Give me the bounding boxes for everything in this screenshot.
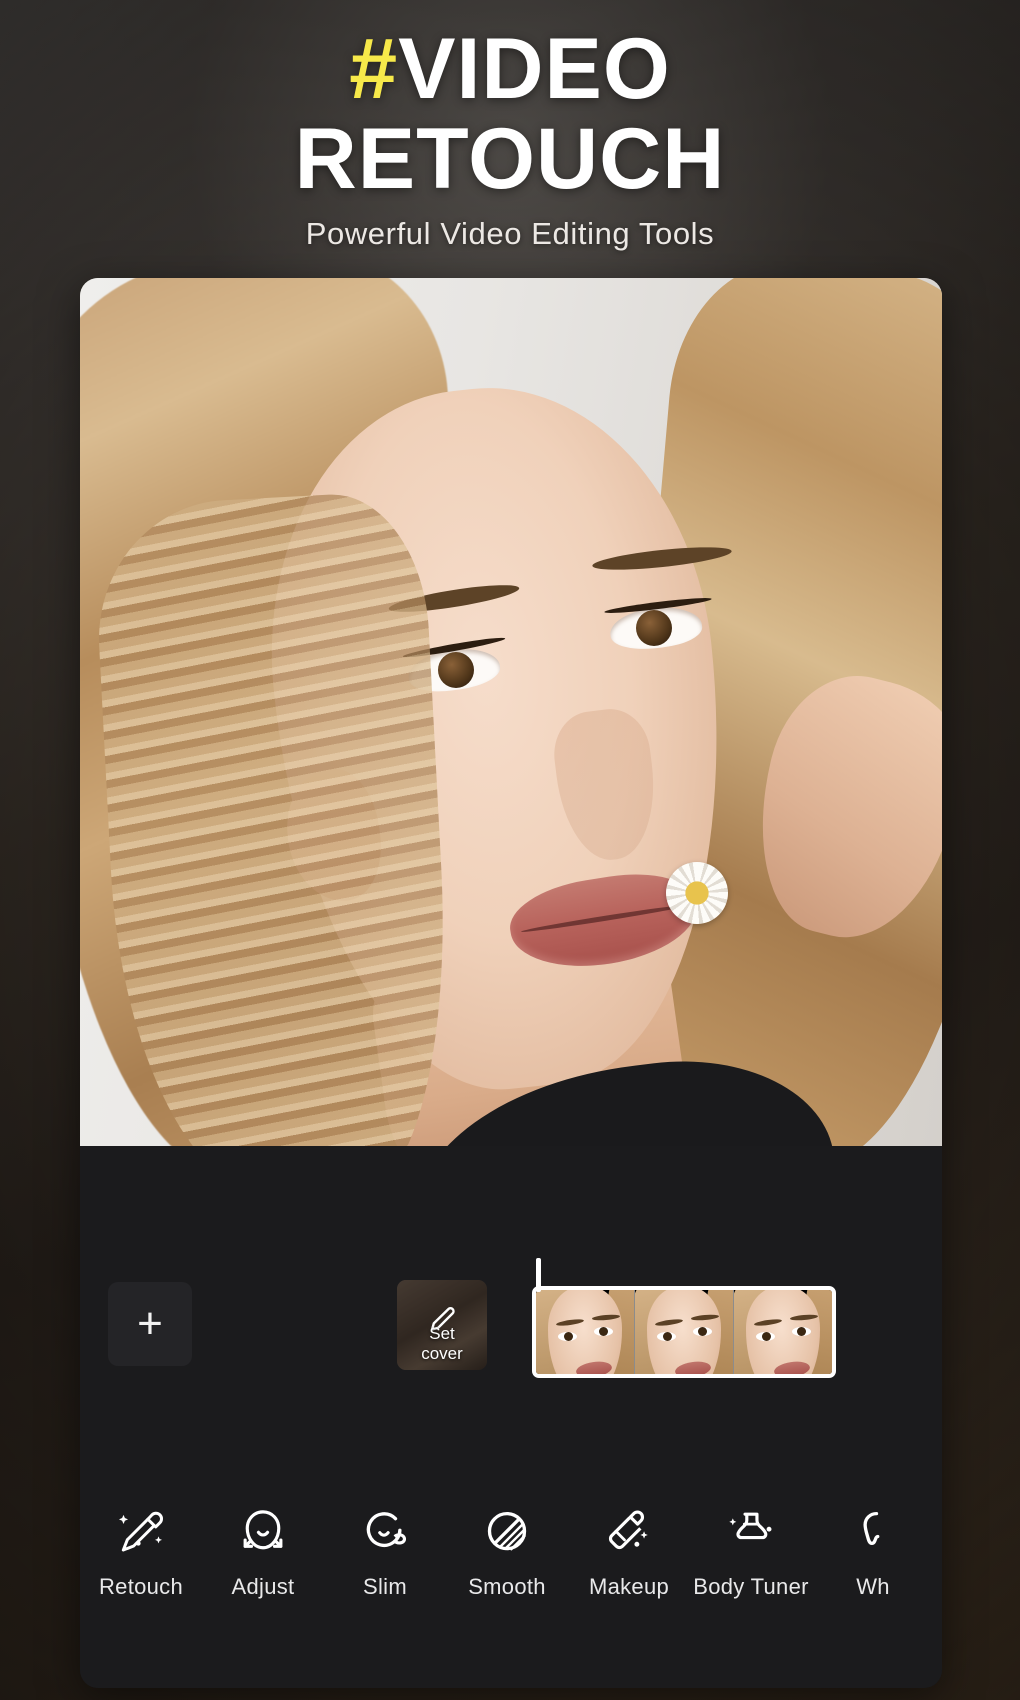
timeline-bar: + Set cover [80, 1146, 942, 1466]
tool-label: Smooth [468, 1574, 546, 1599]
timeline-playhead[interactable] [536, 1258, 541, 1292]
face-adjust-icon [243, 1510, 283, 1550]
lipstick-icon [608, 1510, 648, 1550]
subtitle: Powerful Video Editing Tools [305, 216, 715, 251]
app-panel: + Set cover Retouch Adjust Slim Smooth M… [80, 278, 942, 1688]
tool-smooth[interactable]: Smooth [446, 1504, 568, 1600]
portrait-iris-left [438, 652, 474, 688]
tool-label: Slim [363, 1574, 407, 1599]
magic-wand-icon [118, 1511, 163, 1552]
tool-label: Retouch [98, 1574, 184, 1599]
set-cover-caption: Set cover [397, 1324, 487, 1364]
video-preview[interactable] [80, 278, 942, 1146]
set-cover-button[interactable]: Set cover [397, 1280, 487, 1370]
tool-retouch[interactable]: Retouch [80, 1504, 202, 1600]
portrait-iris-right [636, 610, 672, 646]
video-clip-track[interactable] [532, 1286, 836, 1378]
add-clip-label: + [137, 1299, 163, 1348]
tool-adjust[interactable]: Adjust [202, 1504, 324, 1600]
clip-frame [734, 1290, 832, 1374]
add-clip-button[interactable]: + [108, 1282, 192, 1366]
tool-label: Wh [856, 1574, 890, 1599]
tool-makeup[interactable]: Makeup [568, 1504, 690, 1600]
body-tuner-icon [729, 1512, 772, 1540]
tool-label: Adjust [231, 1574, 295, 1599]
tool-body-tuner[interactable]: Body Tuner [690, 1504, 812, 1600]
tool-label: Makeup [588, 1574, 670, 1599]
daisy-flower-icon [666, 862, 728, 924]
face-slim-icon [366, 1512, 407, 1547]
title-line-1: #VIDEO [0, 24, 1020, 114]
tool-whiten[interactable]: Wh [812, 1504, 934, 1600]
clip-frame [536, 1290, 635, 1374]
whiten-icon [863, 1511, 880, 1546]
title-line-2: RETOUCH [294, 111, 726, 207]
portrait-hair-strands [91, 489, 459, 1146]
headline-block: #VIDEO RETOUCH Powerful Video Editing To… [0, 24, 1020, 252]
tools-bar: Retouch Adjust Slim Smooth Makeup Body T… [80, 1466, 942, 1688]
set-cover-line1: Set [429, 1324, 455, 1343]
clip-frame [635, 1290, 734, 1374]
tool-slim[interactable]: Slim [324, 1504, 446, 1600]
hash-accent: # [349, 21, 399, 117]
tool-label: Body Tuner [693, 1574, 809, 1599]
title-line-1-text: VIDEO [398, 21, 671, 117]
smooth-circle-icon [487, 1511, 527, 1551]
set-cover-line2: cover [421, 1344, 463, 1363]
